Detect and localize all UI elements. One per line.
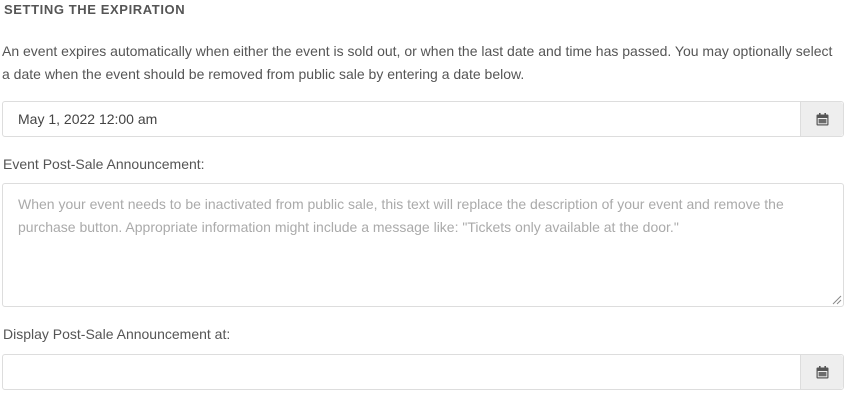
display-at-date-input[interactable] xyxy=(3,355,800,389)
expiration-section: SETTING THE EXPIRATION An event expires … xyxy=(0,0,850,396)
display-at-label: Display Post-Sale Announcement at: xyxy=(3,326,231,342)
expiration-date-input[interactable] xyxy=(3,102,800,136)
calendar-icon xyxy=(816,365,828,378)
post-sale-textarea-wrap xyxy=(2,183,844,307)
resize-handle-icon[interactable] xyxy=(832,295,842,305)
post-sale-label: Event Post-Sale Announcement: xyxy=(3,156,205,172)
post-sale-textarea[interactable] xyxy=(3,184,843,306)
calendar-icon xyxy=(816,112,828,125)
expiration-calendar-button[interactable] xyxy=(800,102,843,136)
display-at-calendar-button[interactable] xyxy=(800,355,843,389)
display-at-date-group xyxy=(2,354,844,390)
section-heading: SETTING THE EXPIRATION xyxy=(4,2,186,17)
expiration-date-group xyxy=(2,101,844,137)
section-description: An event expires automatically when eith… xyxy=(2,43,833,82)
